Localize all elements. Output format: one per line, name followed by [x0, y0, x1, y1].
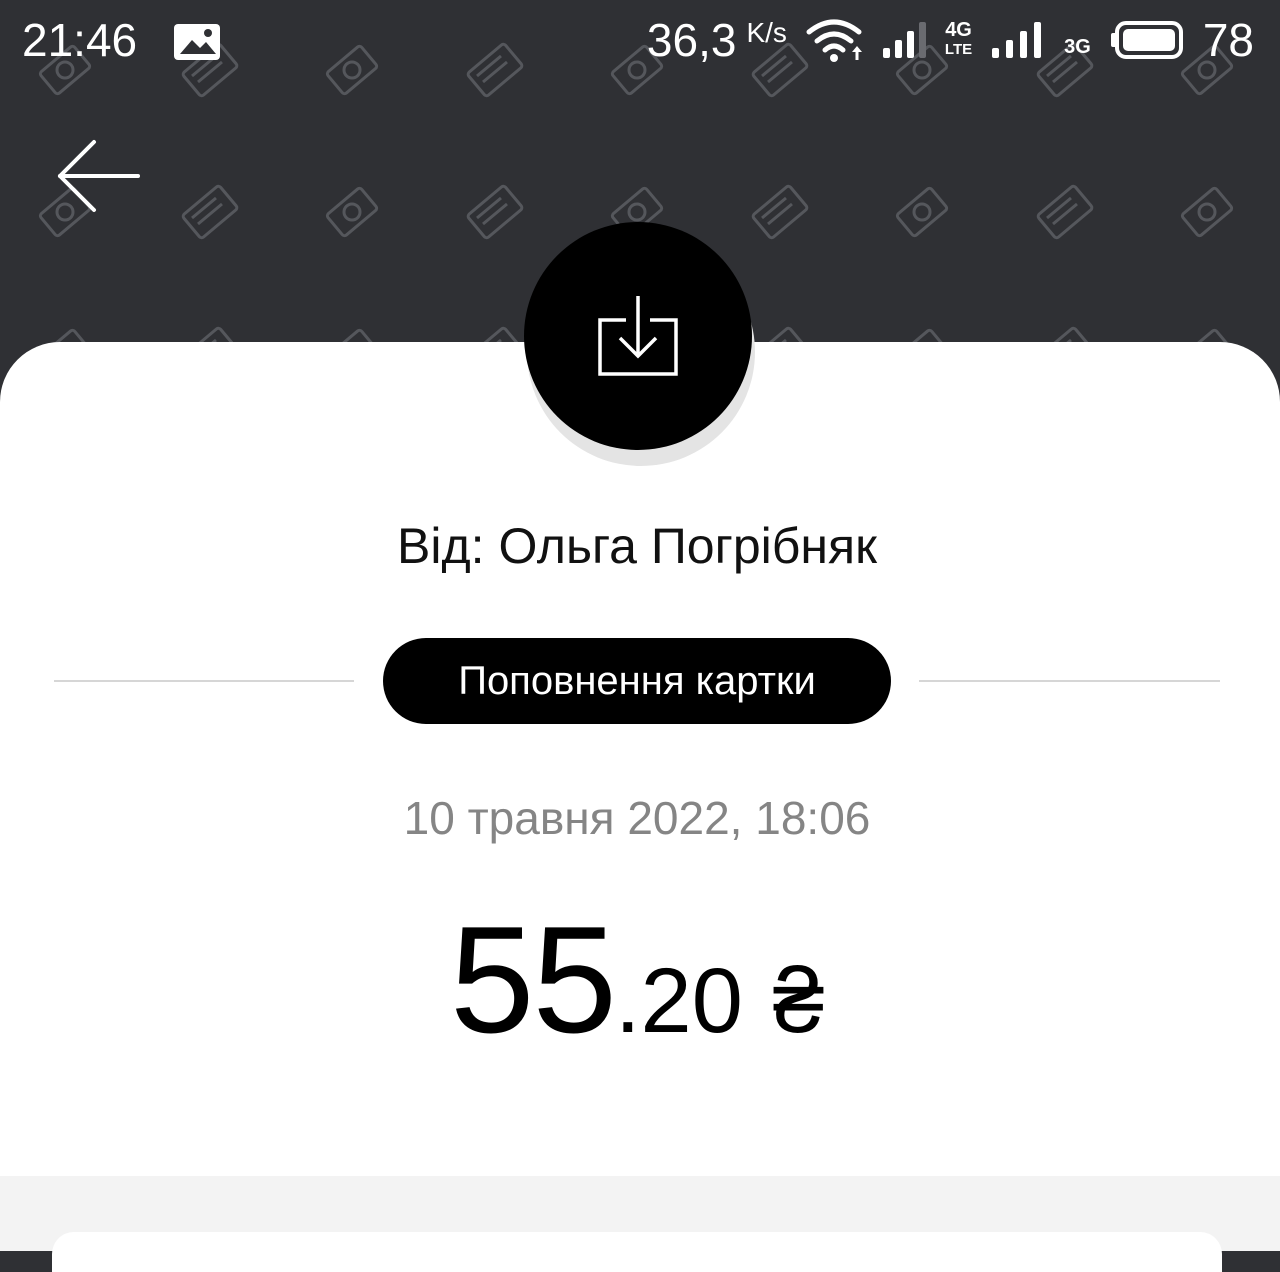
net-lte-label: LTE	[944, 41, 973, 58]
battery-level: 78	[1202, 14, 1254, 66]
status-indicators: 36,3 K/s 4G LTE 3G 78	[647, 14, 1254, 66]
battery-icon	[1110, 21, 1183, 59]
transaction-icon-badge	[524, 222, 752, 450]
transaction-amount: 55.20 ₴	[0, 900, 1274, 1060]
wifi-icon	[806, 19, 862, 62]
currency-symbol: ₴	[772, 950, 825, 1052]
status-bar: 21:46 36,3 K/s 4G LTE 3G 78	[0, 0, 1280, 84]
amount-fraction: .20	[615, 950, 743, 1052]
details-card	[52, 1232, 1222, 1272]
network-type-3g: 3G	[1064, 36, 1091, 58]
network-speed: 36,3 K/s	[647, 14, 787, 66]
speed-value: 36,3	[646, 14, 737, 66]
net-4g-label: 4G	[945, 19, 972, 41]
back-button[interactable]	[56, 138, 142, 214]
divider-left	[54, 680, 354, 682]
gallery-notification-icon	[174, 24, 220, 60]
incoming-download-icon	[598, 296, 678, 376]
network-type-4g: 4G LTE	[945, 20, 972, 60]
speed-unit: K/s	[746, 17, 787, 48]
divider-right	[919, 680, 1220, 682]
arrow-left-icon	[58, 140, 140, 212]
transaction-type-badge: Поповнення картки	[383, 638, 891, 724]
signal-icon-sim2	[992, 22, 1042, 58]
status-time: 21:46	[22, 14, 138, 66]
transaction-datetime: 10 травня 2022, 18:06	[403, 792, 871, 844]
sender-name: Від: Ольга Погрібняк	[397, 518, 877, 574]
amount-integer: 55	[449, 895, 617, 1065]
signal-icon-sim1	[882, 22, 926, 58]
